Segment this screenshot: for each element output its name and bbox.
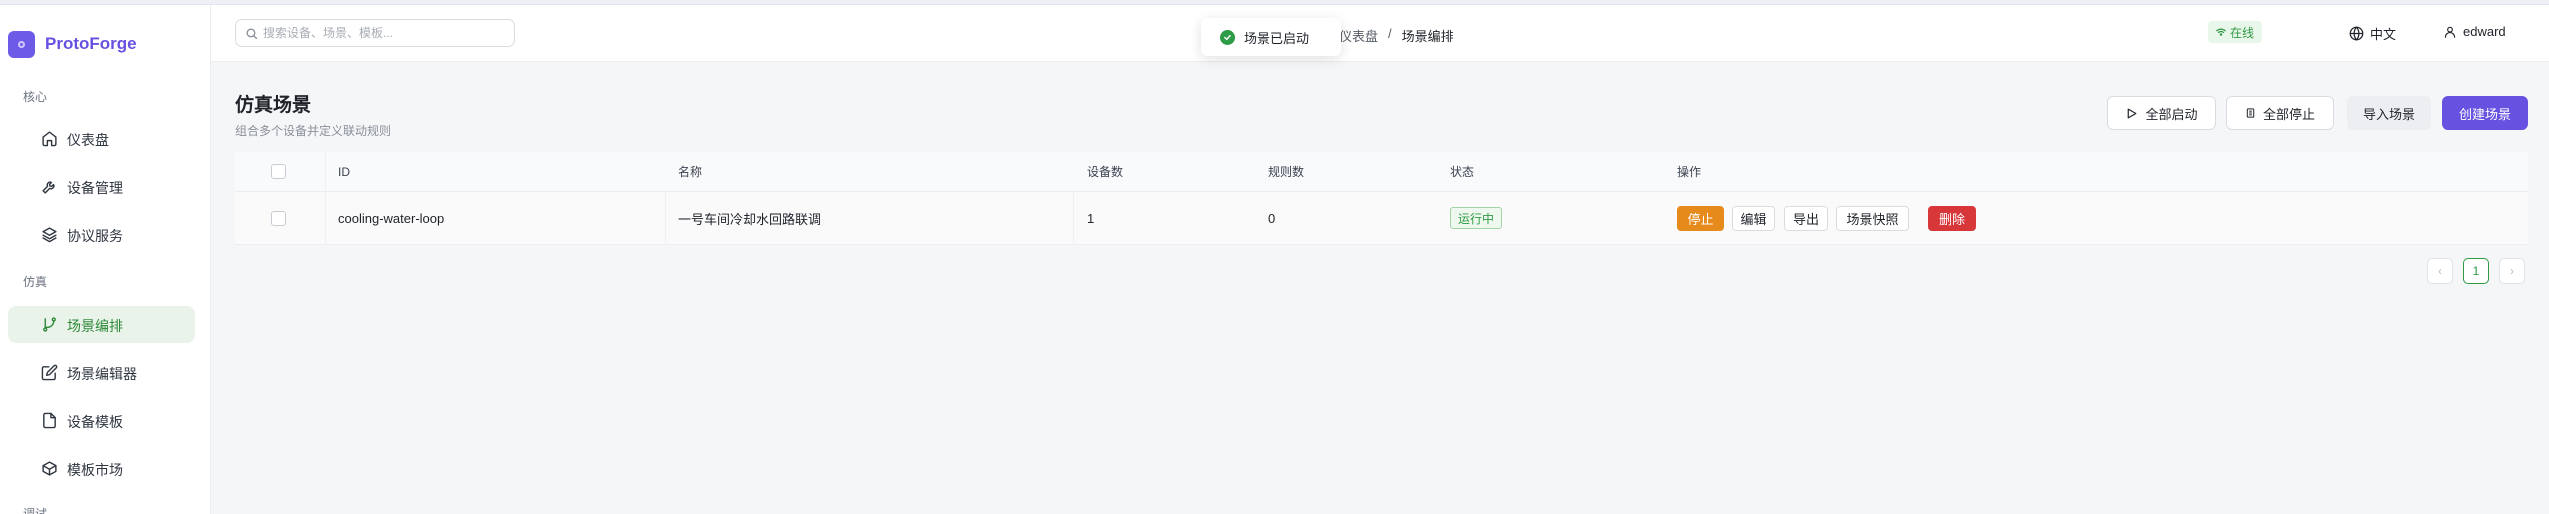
column-header-name[interactable]: 名称: [678, 152, 702, 191]
sidebar-item-label: 场景编辑器: [67, 366, 137, 382]
select-all-checkbox[interactable]: [271, 164, 286, 179]
box-icon: [42, 461, 57, 476]
sidebar-item-scenario-editor[interactable]: 场景编辑器: [8, 354, 195, 391]
user-icon: [2444, 26, 2456, 38]
connection-status-badge: 在线: [2208, 21, 2263, 43]
column-header-id[interactable]: ID: [338, 152, 350, 191]
breadcrumb: 仪表盘 / 场景编排: [1339, 26, 1454, 45]
breadcrumb-separator: /: [1388, 26, 1392, 41]
check-circle-icon: [1220, 29, 1235, 45]
breadcrumb-parent[interactable]: 仪表盘: [1339, 26, 1378, 45]
search-box[interactable]: [235, 19, 515, 47]
edit-icon: [41, 364, 58, 381]
app-name: ProtoForge: [45, 34, 137, 53]
play-icon: [2128, 108, 2137, 118]
home-icon: [42, 131, 57, 147]
top-header: 仪表盘 / 场景编排 在线 中文 edward: [211, 5, 2549, 62]
stop-scenario-button[interactable]: 停止: [1677, 206, 1724, 231]
wrench-icon: [42, 181, 55, 194]
section-label-debug: 调试: [23, 507, 48, 514]
scenario-name: 一号车间冷却水回路联调: [678, 211, 822, 227]
status-cell: 运行中: [1450, 192, 1503, 244]
sidebar-item-template-market[interactable]: 模板市场: [8, 450, 195, 487]
create-scenario-button[interactable]: 创建场景: [2442, 96, 2528, 130]
device-count: 1: [1087, 210, 1095, 226]
language-label: 中文: [2370, 27, 2397, 42]
column-header-devices[interactable]: 设备数: [1087, 152, 1123, 191]
layers-icon: [42, 227, 57, 243]
scenario-table: ID 名称 设备数 规则数 状态 操作 cooling-water-loop 一…: [235, 152, 2528, 245]
file-icon: [43, 412, 56, 429]
sidebar-item-label: 协议服务: [67, 228, 123, 244]
globe-icon: [2349, 26, 2364, 41]
user-name: edward: [2463, 24, 2506, 39]
sidebar-item-scenarios[interactable]: 场景编排: [8, 306, 195, 343]
start-all-label: 全部启动: [2145, 106, 2198, 122]
export-scenario-button[interactable]: 导出: [1784, 206, 1828, 231]
pagination-next[interactable]: ›: [2499, 258, 2525, 284]
stop-all-label: 全部停止: [2262, 106, 2315, 122]
scenario-snapshot-button[interactable]: 场景快照: [1836, 206, 1909, 231]
delete-scenario-button[interactable]: 删除: [1928, 206, 1976, 231]
breadcrumb-current: 场景编排: [1401, 29, 1454, 44]
row-select-cell: [271, 192, 286, 244]
rule-count: 0: [1268, 210, 1276, 226]
git-branch-icon: [43, 317, 56, 332]
create-scenario-label: 创建场景: [2458, 106, 2511, 122]
sidebar-item-label: 模板市场: [67, 462, 123, 478]
import-scenario-label: 导入场景: [2362, 106, 2415, 122]
select-all-cell: [271, 152, 286, 191]
edit-scenario-button[interactable]: 编辑: [1732, 206, 1775, 231]
search-icon: [246, 28, 258, 40]
column-header-status[interactable]: 状态: [1450, 152, 1474, 191]
sidebar-item-protocols[interactable]: 协议服务: [8, 216, 195, 253]
sidebar: ProtoForge 核心 仪表盘 设备管理 协议服务 仿真 场景编排 场景编辑…: [0, 5, 211, 514]
app-logo[interactable]: ProtoForge: [8, 30, 137, 58]
section-label-simulation: 仿真: [23, 275, 48, 289]
sidebar-item-label: 设备管理: [67, 180, 123, 196]
wifi-icon: [2216, 28, 2226, 36]
user-menu[interactable]: edward: [2443, 24, 2506, 39]
status-badge: 运行中: [1450, 207, 1503, 229]
sidebar-item-label: 设备模板: [67, 414, 123, 430]
language-switcher[interactable]: 中文: [2349, 24, 2396, 43]
pagination-page-1[interactable]: 1: [2463, 258, 2489, 284]
table-row[interactable]: cooling-water-loop 一号车间冷却水回路联调 1 0 运行中 停…: [235, 192, 2528, 245]
stop-all-button[interactable]: 全部停止: [2226, 96, 2334, 130]
logo-icon: [8, 30, 35, 58]
import-scenario-button[interactable]: 导入场景: [2347, 96, 2431, 130]
page-title: 仿真场景: [235, 95, 312, 116]
sidebar-item-dashboard[interactable]: 仪表盘: [8, 120, 195, 157]
status-text: 在线: [2230, 25, 2255, 40]
stop-icon: [2246, 108, 2255, 118]
sidebar-item-device-templates[interactable]: 设备模板: [8, 402, 195, 439]
sidebar-item-label: 场景编排: [67, 318, 123, 334]
scenario-id: cooling-water-loop: [338, 210, 445, 226]
toast-message: 场景已启动: [1244, 30, 1310, 46]
sidebar-item-label: 仪表盘: [67, 132, 109, 148]
column-header-rules[interactable]: 规则数: [1268, 152, 1304, 191]
sidebar-item-devices[interactable]: 设备管理: [8, 168, 195, 205]
search-input[interactable]: [263, 24, 503, 42]
column-header-actions: 操作: [1677, 165, 1702, 179]
page-subtitle: 组合多个设备并定义联动规则: [235, 124, 392, 138]
row-checkbox[interactable]: [271, 210, 286, 226]
pagination-prev[interactable]: ‹: [2427, 258, 2453, 284]
section-label-core: 核心: [23, 90, 48, 104]
success-toast: 场景已启动: [1201, 18, 1341, 56]
start-all-button[interactable]: 全部启动: [2107, 96, 2216, 130]
table-header: ID 名称 设备数 规则数 状态 操作: [235, 152, 2528, 192]
